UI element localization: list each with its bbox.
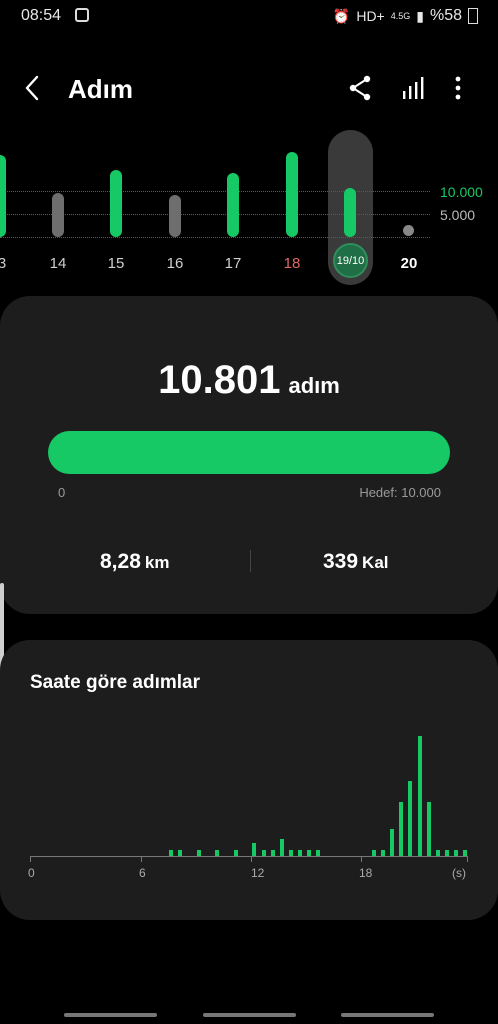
hourly-axis-label: (s) [452, 866, 466, 880]
hourly-bar [280, 839, 284, 856]
hourly-bar [298, 850, 302, 856]
hourly-bar [178, 850, 182, 856]
hourly-bar [197, 850, 201, 856]
hourly-bar [381, 850, 385, 856]
hourly-bar [408, 781, 412, 856]
hourly-axis-label: 0 [28, 866, 35, 880]
hourly-bar [427, 802, 431, 856]
hourly-bar [262, 850, 266, 856]
hourly-bar [436, 850, 440, 856]
hourly-axis-label: 12 [251, 866, 265, 880]
hourly-bar [289, 850, 293, 856]
hourly-bar [169, 850, 173, 856]
axis-tick [361, 856, 362, 862]
hourly-axis-label: 6 [139, 866, 146, 880]
hourly-bar [454, 850, 458, 856]
hourly-bar [445, 850, 449, 856]
axis-tick [30, 856, 31, 862]
hourly-axis-label: 18 [359, 866, 373, 880]
axis-tick [467, 856, 468, 862]
hourly-bar [390, 829, 394, 856]
hourly-bar [316, 850, 320, 856]
hourly-bar [399, 802, 403, 856]
hourly-bars [0, 0, 498, 856]
hourly-axis-line [30, 856, 468, 857]
nav-recents[interactable] [64, 1013, 157, 1017]
hourly-bar [271, 850, 275, 856]
axis-tick [251, 856, 252, 862]
hourly-bar [234, 850, 238, 856]
hourly-bar [307, 850, 311, 856]
hourly-bar [372, 850, 376, 856]
hourly-bar [418, 736, 422, 856]
hourly-bar [463, 850, 467, 856]
nav-back[interactable] [341, 1013, 434, 1017]
hourly-bar [252, 843, 256, 856]
nav-home[interactable] [203, 1013, 296, 1017]
hourly-bar [215, 850, 219, 856]
axis-tick [141, 856, 142, 862]
